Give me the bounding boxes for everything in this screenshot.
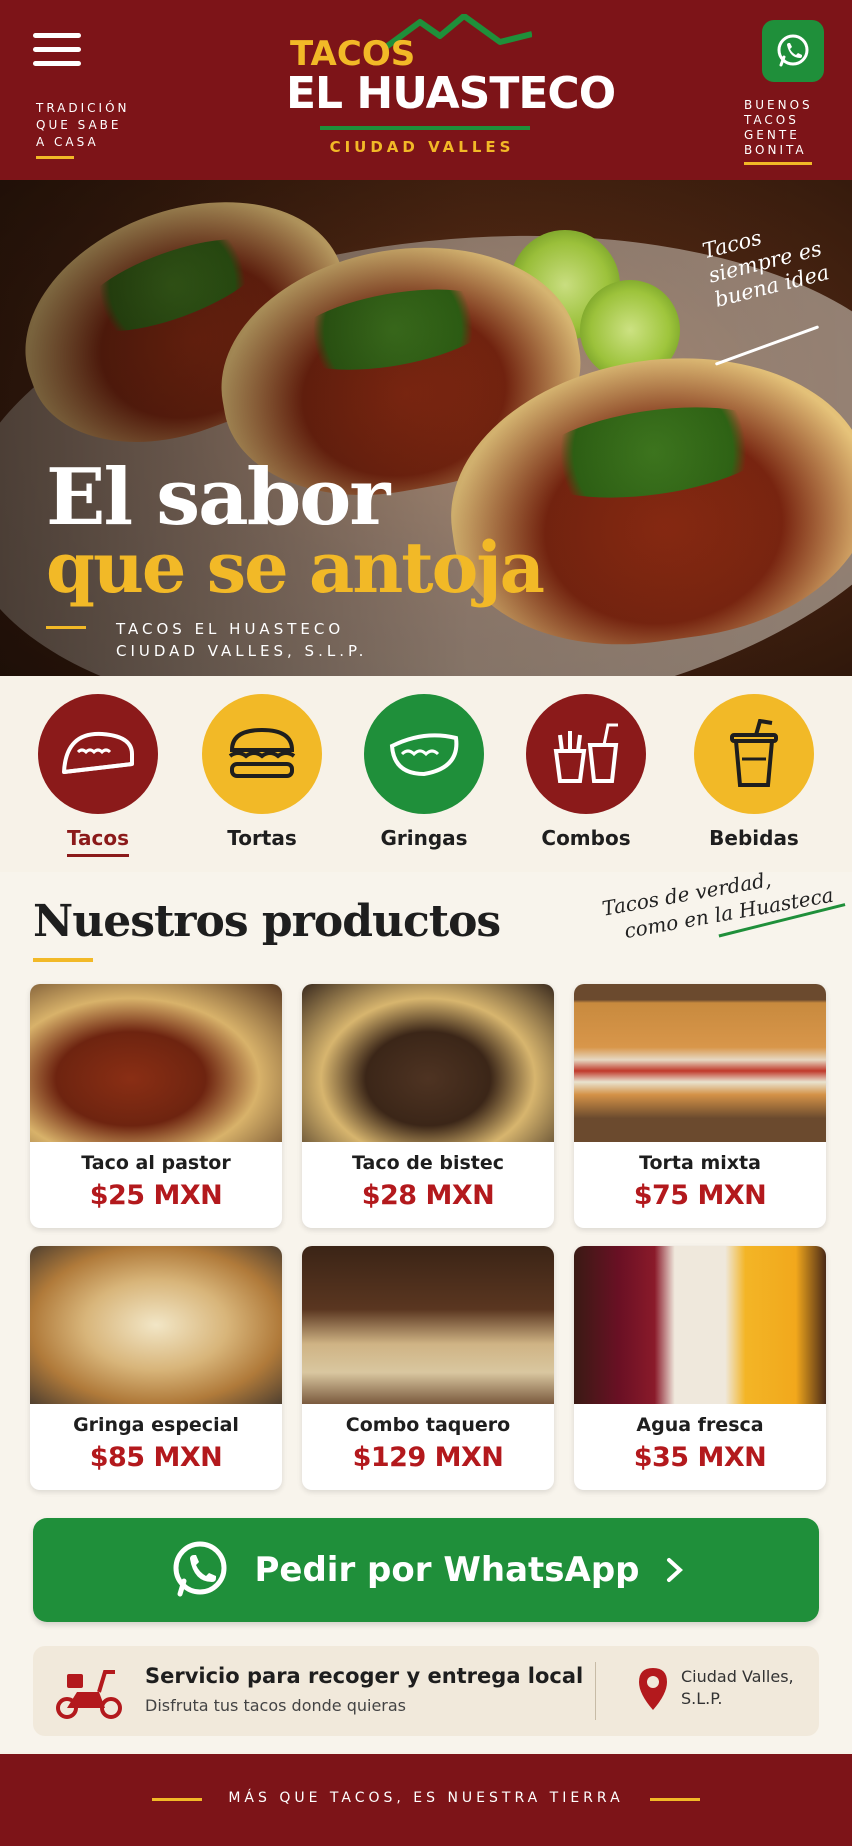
location-pin-icon xyxy=(639,1668,667,1710)
category-label: Combos xyxy=(541,826,631,850)
product-card[interactable]: Taco de bistec $28 MXN xyxy=(302,984,554,1228)
product-image xyxy=(302,984,554,1142)
category-gringas[interactable]: Gringas xyxy=(362,694,486,850)
category-combos[interactable]: Combos xyxy=(524,694,648,850)
service-location-line: Ciudad Valles, xyxy=(681,1667,794,1686)
gringa-icon xyxy=(364,694,484,814)
service-location: Ciudad Valles, S.L.P. xyxy=(681,1666,794,1710)
order-whatsapp-button[interactable]: Pedir por WhatsApp xyxy=(33,1518,819,1622)
product-image xyxy=(302,1246,554,1404)
tagline-right: BUENOS TACOS GENTE BONITA xyxy=(744,98,813,165)
hero-title-line2: que se antoja xyxy=(46,526,545,609)
tagline-right-line: TACOS xyxy=(744,113,799,127)
product-price: $85 MXN xyxy=(89,1442,223,1473)
hero-banner: Tacos siempre es buena idea El sabor que… xyxy=(0,180,852,676)
category-bebidas[interactable]: Bebidas xyxy=(692,694,816,850)
product-price: $75 MXN xyxy=(633,1180,767,1211)
product-card[interactable]: Agua fresca $35 MXN xyxy=(574,1246,826,1490)
tagline-right-line: BONITA xyxy=(744,143,807,157)
category-bar: Tacos Tortas Gringas Combos Bebidas xyxy=(0,676,852,872)
tagline-left-line: A CASA xyxy=(36,135,99,149)
section-title: Nuestros productos xyxy=(33,896,501,947)
chevron-right-icon xyxy=(666,1558,683,1582)
category-tacos[interactable]: Tacos xyxy=(36,694,160,857)
whatsapp-icon xyxy=(173,1541,227,1597)
product-image xyxy=(574,1246,826,1404)
category-label: Gringas xyxy=(380,826,468,850)
product-card[interactable]: Torta mixta $75 MXN xyxy=(574,984,826,1228)
service-subtitle: Disfruta tus tacos donde quieras xyxy=(145,1696,407,1715)
category-tortas[interactable]: Tortas xyxy=(200,694,324,850)
hero-subtitle-line: TACOS EL HUASTECO xyxy=(116,620,345,638)
tagline-right-line: GENTE xyxy=(744,128,800,142)
tagline-left-line: QUE SABE xyxy=(36,118,122,132)
product-name: Agua fresca xyxy=(636,1414,764,1436)
scooter-icon xyxy=(56,1670,122,1719)
whatsapp-icon xyxy=(777,34,809,67)
torta-icon xyxy=(202,694,322,814)
combo-icon xyxy=(526,694,646,814)
footer-text: MÁS QUE TACOS, ES NUESTRA TIERRA xyxy=(228,1790,624,1806)
brand-city: CIUDAD VALLES xyxy=(329,138,515,156)
product-price: $129 MXN xyxy=(352,1442,504,1473)
product-image xyxy=(30,1246,282,1404)
footer: MÁS QUE TACOS, ES NUESTRA TIERRA xyxy=(0,1754,852,1846)
product-price: $25 MXN xyxy=(89,1180,223,1211)
tagline-left: TRADICIÓN QUE SABE A CASA xyxy=(36,100,130,159)
taco-icon xyxy=(38,694,158,814)
product-image xyxy=(574,984,826,1142)
brand-main: EL HUASTECO xyxy=(286,68,616,119)
hero-subtitle-line: CIUDAD VALLES, S.L.P. xyxy=(116,642,368,660)
tagline-right-line: BUENOS xyxy=(744,98,813,112)
product-image xyxy=(30,984,282,1142)
menu-icon[interactable] xyxy=(33,33,81,69)
product-card[interactable]: Gringa especial $85 MXN xyxy=(30,1246,282,1490)
product-name: Taco de bistec xyxy=(351,1152,505,1174)
whatsapp-header-button[interactable] xyxy=(762,20,824,82)
category-label: Tortas xyxy=(227,826,297,850)
tagline-left-line: TRADICIÓN xyxy=(36,101,130,115)
service-title: Servicio para recoger y entrega local xyxy=(145,1664,584,1688)
product-price: $35 MXN xyxy=(633,1442,767,1473)
product-name: Gringa especial xyxy=(73,1414,239,1436)
header: TRADICIÓN QUE SABE A CASA TACOS EL HUAST… xyxy=(0,0,852,180)
category-label: Bebidas xyxy=(709,826,799,850)
product-name: Combo taquero xyxy=(345,1414,511,1436)
brand-logo[interactable]: TACOS EL HUASTECO CIUDAD VALLES xyxy=(282,14,616,156)
product-card[interactable]: Combo taquero $129 MXN xyxy=(302,1246,554,1490)
product-price: $28 MXN xyxy=(361,1180,495,1211)
product-name: Torta mixta xyxy=(639,1152,761,1174)
service-info: Servicio para recoger y entrega local Di… xyxy=(33,1646,819,1736)
hero-subtitle: TACOS EL HUASTECO CIUDAD VALLES, S.L.P. xyxy=(116,618,367,662)
product-card[interactable]: Taco al pastor $25 MXN xyxy=(30,984,282,1228)
order-whatsapp-label: Pedir por WhatsApp xyxy=(254,1550,640,1590)
service-location-line: S.L.P. xyxy=(681,1689,723,1708)
drink-icon xyxy=(694,694,814,814)
product-name: Taco al pastor xyxy=(81,1152,231,1174)
category-label: Tacos xyxy=(66,826,130,850)
